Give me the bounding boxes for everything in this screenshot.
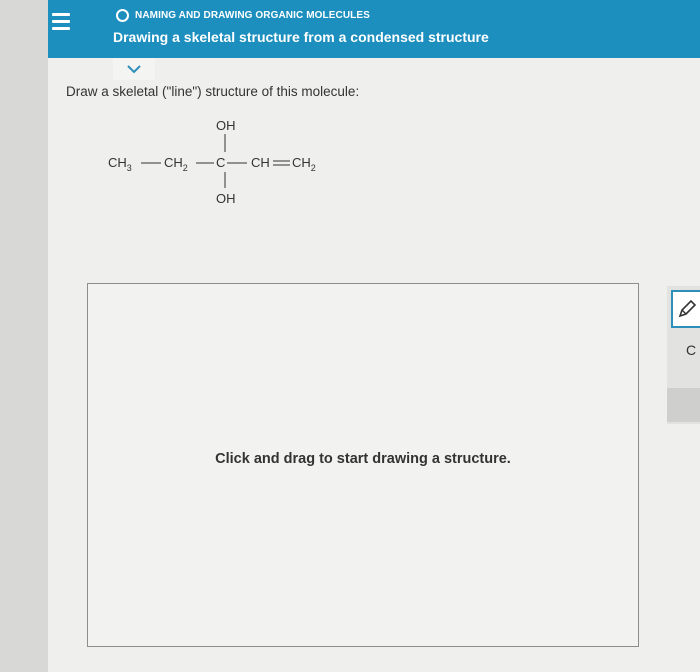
topic-label: NAMING AND DRAWING ORGANIC MOLECULES [135, 10, 370, 21]
drawing-canvas[interactable]: Click and drag to start drawing a struct… [87, 283, 639, 647]
expand-button[interactable] [113, 58, 155, 80]
condensed-structure: OH CH3 CH2 C CH CH2 OH [108, 118, 316, 206]
draw-tool-button[interactable] [671, 290, 700, 328]
ch3-group: CH3 [108, 155, 132, 173]
ch2-group: CH2 [164, 155, 188, 173]
ch2-terminal-group: CH2 [292, 155, 316, 173]
question-prompt: Draw a skeletal ("line") structure of th… [66, 84, 360, 99]
page-title: Drawing a skeletal structure from a cond… [113, 29, 489, 45]
topic-status-icon [116, 9, 129, 22]
carbon-tool-button[interactable]: C [686, 342, 696, 358]
canvas-hint: Click and drag to start drawing a struct… [215, 451, 511, 467]
chevron-down-icon [127, 64, 141, 73]
top-oh-label: OH [216, 118, 236, 133]
left-gutter [0, 0, 48, 672]
toolbar-button[interactable] [667, 388, 700, 422]
ch-group: CH [251, 155, 270, 170]
c-atom: C [216, 155, 225, 170]
topic-row: NAMING AND DRAWING ORGANIC MOLECULES [116, 9, 370, 22]
menu-icon[interactable] [52, 13, 70, 33]
bottom-oh-label: OH [216, 191, 236, 206]
pencil-icon [678, 299, 696, 318]
